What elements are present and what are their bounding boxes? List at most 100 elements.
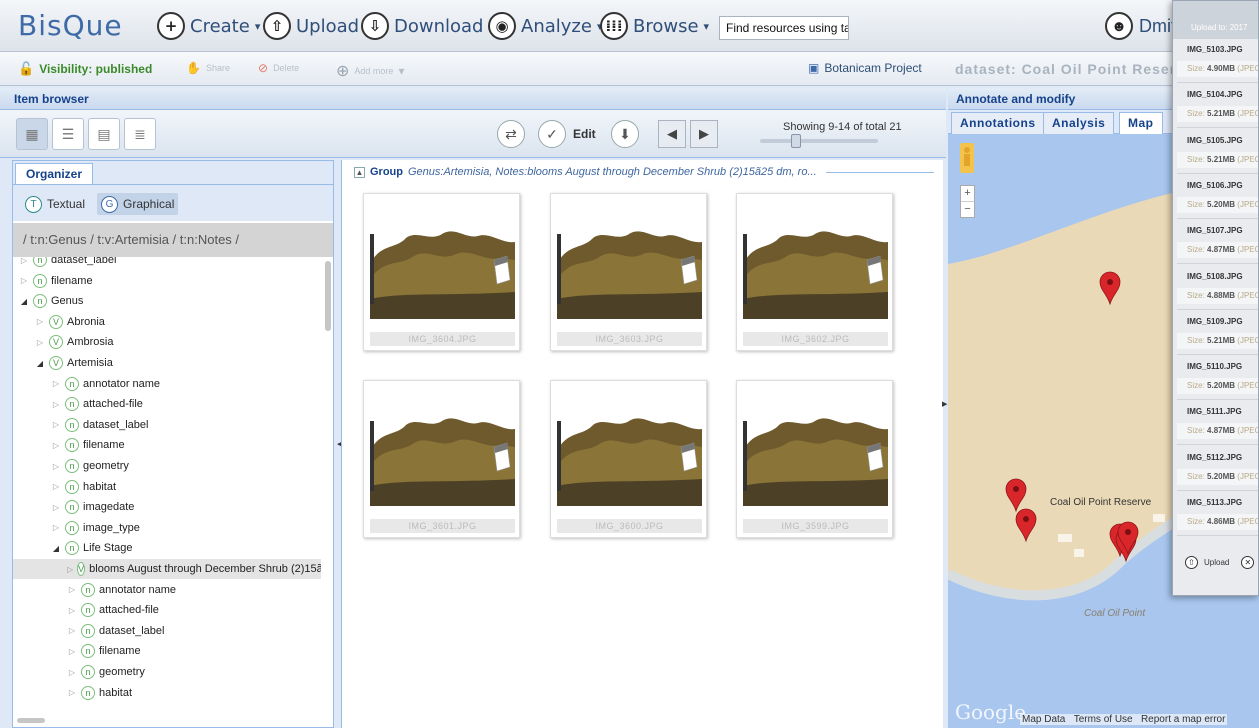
- expanded-arrow-icon[interactable]: ◢: [51, 544, 61, 553]
- collapsed-arrow-icon[interactable]: ▷: [51, 523, 61, 532]
- image-thumbnail[interactable]: IMG_3601.JPG: [363, 380, 520, 538]
- collapsed-arrow-icon[interactable]: ▷: [35, 317, 45, 326]
- browse-menu[interactable]: ⁞⁞⁞ Browse ▾: [600, 10, 709, 42]
- tree-node[interactable]: ▷ n filename: [13, 641, 141, 661]
- collapsed-arrow-icon[interactable]: ▷: [67, 647, 77, 656]
- breadcrumb[interactable]: / t:n:Genus / t:v:Artemisia / t:n:Notes …: [13, 223, 333, 257]
- tree-node[interactable]: ▷ n annotator name: [13, 580, 176, 600]
- expanded-arrow-icon[interactable]: ◢: [19, 297, 29, 306]
- close-icon[interactable]: ✕: [1241, 555, 1255, 569]
- tree-node[interactable]: ▷ n dataset_label: [13, 621, 164, 641]
- edit-button[interactable]: ✓: [538, 120, 566, 148]
- terms-link[interactable]: Terms of Use: [1074, 714, 1133, 725]
- collapsed-arrow-icon[interactable]: ▷: [67, 668, 77, 677]
- tree-node[interactable]: ▷ n geometry: [13, 456, 129, 476]
- collapsed-arrow-icon[interactable]: ▷: [51, 482, 61, 491]
- upload-file-item[interactable]: IMG_5110.JPG Size: 5.20MB (JPEG): [1177, 356, 1258, 401]
- image-thumbnail[interactable]: IMG_3603.JPG: [550, 193, 707, 351]
- download-selection-button[interactable]: ⬇: [611, 120, 639, 148]
- horizontal-scrollbar[interactable]: [17, 718, 45, 723]
- tree-node[interactable]: ▷ n filename: [13, 271, 93, 291]
- report-link[interactable]: Report a map error: [1141, 714, 1225, 725]
- collapsed-arrow-icon[interactable]: ▷: [67, 688, 77, 697]
- upload-label[interactable]: Upload: [1204, 558, 1229, 567]
- tab-annotations[interactable]: Annotations: [951, 112, 1045, 134]
- app-logo[interactable]: BisQue: [18, 9, 123, 42]
- analyze-menu[interactable]: ◉ Analyze ▾: [488, 10, 602, 42]
- textual-mode-button[interactable]: T Textual: [21, 193, 89, 215]
- zoom-out-icon[interactable]: −: [961, 201, 974, 217]
- collapsed-arrow-icon[interactable]: ▷: [51, 503, 61, 512]
- tree-node[interactable]: ▷ V Ambrosia: [13, 332, 113, 352]
- tree-node[interactable]: ▷ n geometry: [13, 662, 145, 682]
- zoom-in-icon[interactable]: +: [961, 186, 974, 201]
- tree-node[interactable]: ◢ n Genus: [13, 291, 83, 311]
- collapsed-arrow-icon[interactable]: ▷: [51, 441, 61, 450]
- create-menu[interactable]: + Create ▾: [157, 10, 260, 42]
- tree-node[interactable]: ▷ n habitat: [13, 683, 132, 703]
- group-header[interactable]: ▲ Group Genus:Artemisia, Notes:blooms Au…: [354, 166, 934, 178]
- list-view-button[interactable]: ☰: [52, 118, 84, 150]
- tree-node[interactable]: ▷ n attached-file: [13, 600, 159, 620]
- user-menu[interactable]: ☻ Dmit: [1105, 12, 1176, 40]
- card-view-button[interactable]: ▤: [88, 118, 120, 150]
- upload-icon[interactable]: ⇧: [1185, 555, 1198, 569]
- collapsed-arrow-icon[interactable]: ▷: [19, 276, 29, 285]
- collapsed-arrow-icon[interactable]: ▷: [67, 606, 77, 615]
- tree-node[interactable]: ▷ n image_type: [13, 518, 140, 538]
- upload-file-item[interactable]: IMG_5107.JPG Size: 4.87MB (JPEG): [1177, 220, 1258, 265]
- image-thumbnail[interactable]: IMG_3599.JPG: [736, 380, 893, 538]
- upload-file-item[interactable]: IMG_5108.JPG Size: 4.88MB (JPEG): [1177, 266, 1258, 310]
- tree-node[interactable]: ◢ V Artemisia: [13, 353, 113, 373]
- upload-file-item[interactable]: IMG_5112.JPG Size: 5.20MB (JPEG): [1177, 447, 1258, 491]
- search-input[interactable]: Find resources using ta: [719, 16, 849, 40]
- map-data-link[interactable]: Map Data: [1022, 714, 1065, 725]
- upload-file-item[interactable]: IMG_5106.JPG Size: 5.20MB (JPEG): [1177, 175, 1258, 219]
- upload-file-item[interactable]: IMG_5103.JPG Size: 4.90MB (JPEG): [1177, 39, 1258, 83]
- page-slider-thumb[interactable]: [791, 134, 802, 148]
- tree-node[interactable]: ▷ n habitat: [13, 477, 116, 497]
- upload-file-item[interactable]: IMG_5113.JPG Size: 4.86MB (JPEG): [1177, 492, 1258, 536]
- share-button[interactable]: ✋ Share: [186, 61, 230, 75]
- collapsed-arrow-icon[interactable]: ▷: [51, 379, 61, 388]
- pegman-icon[interactable]: [960, 143, 974, 173]
- collapse-icon[interactable]: ▲: [354, 166, 365, 178]
- image-thumbnail[interactable]: IMG_3604.JPG: [363, 193, 520, 351]
- tab-organizer[interactable]: Organizer: [15, 163, 94, 184]
- thumbnail-view-button[interactable]: ▦: [16, 118, 48, 150]
- upload-file-item[interactable]: IMG_5105.JPG Size: 5.21MB (JPEG): [1177, 130, 1258, 174]
- upload-file-item[interactable]: IMG_5104.JPG Size: 5.21MB (JPEG): [1177, 84, 1258, 129]
- collapsed-arrow-icon[interactable]: ▷: [35, 338, 45, 347]
- page-slider[interactable]: [760, 134, 878, 148]
- tree-node[interactable]: ▷ Vblooms August through December Shrub (…: [13, 559, 321, 579]
- tab-map[interactable]: Map: [1119, 112, 1163, 134]
- tree-node[interactable]: ▷ n filename: [13, 435, 125, 455]
- tree-node[interactable]: ◢ n Life Stage: [13, 538, 133, 558]
- tree-scrollbar[interactable]: [325, 261, 331, 331]
- upload-file-item[interactable]: IMG_5109.JPG Size: 5.21MB (JPEG): [1177, 311, 1258, 355]
- image-thumbnail[interactable]: IMG_3602.JPG: [736, 193, 893, 351]
- collapsed-arrow-icon[interactable]: ▷: [67, 565, 73, 574]
- add-more-menu[interactable]: ⊕ Add more ▾: [336, 61, 404, 81]
- tree-node[interactable]: ▷ n imagedate: [13, 497, 134, 517]
- delete-button[interactable]: ⊘ Delete: [258, 61, 299, 75]
- next-page-button[interactable]: ▶: [690, 120, 718, 148]
- collapsed-arrow-icon[interactable]: ▷: [51, 420, 61, 429]
- tree-node[interactable]: ▷ n attached-file: [13, 394, 143, 414]
- tree-node[interactable]: ▷ n annotator name: [13, 374, 160, 394]
- collapsed-arrow-icon[interactable]: ▷: [19, 257, 29, 265]
- collapsed-arrow-icon[interactable]: ▷: [67, 585, 77, 594]
- detail-view-button[interactable]: ≣: [124, 118, 156, 150]
- tree-node[interactable]: ▷ n dataset_label: [13, 257, 116, 270]
- expanded-arrow-icon[interactable]: ◢: [35, 359, 45, 368]
- collapsed-arrow-icon[interactable]: ▷: [67, 626, 77, 635]
- upload-file-item[interactable]: IMG_5111.JPG Size: 4.87MB (JPEG): [1177, 401, 1258, 446]
- download-menu[interactable]: ⇩ Download ▾: [361, 10, 494, 42]
- upload-button[interactable]: ⇧ Upload: [263, 10, 359, 42]
- previous-page-button[interactable]: ◀: [658, 120, 686, 148]
- tree-node[interactable]: ▷ V Abronia: [13, 312, 105, 332]
- image-thumbnail[interactable]: IMG_3600.JPG: [550, 380, 707, 538]
- collapsed-arrow-icon[interactable]: ▷: [51, 462, 61, 471]
- tab-analysis[interactable]: Analysis: [1043, 112, 1115, 134]
- project-link[interactable]: ▣ Botanicam Project: [808, 61, 922, 75]
